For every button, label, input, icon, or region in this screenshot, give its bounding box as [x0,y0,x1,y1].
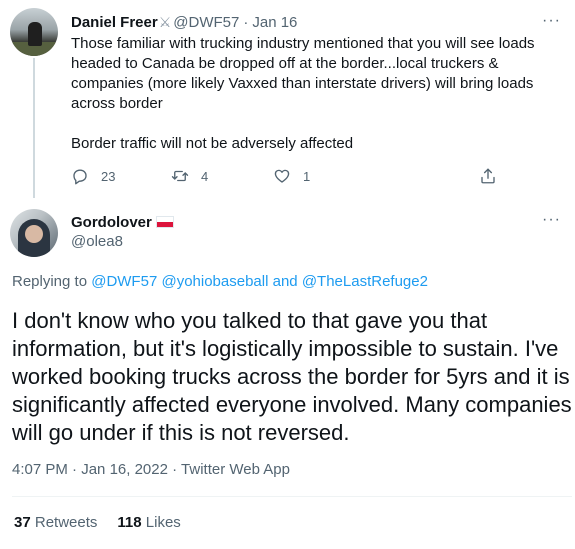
share-button[interactable] [479,167,497,185]
mention-dwf57-link[interactable]: @DWF57 [91,273,157,290]
reply-text-body: I don't know who you talked to that gave… [12,308,572,445]
reply-handle[interactable]: @olea8 [71,233,123,250]
retweets-label: Retweets [34,514,98,531]
reply-source-app[interactable]: Twitter Web App [181,461,290,478]
retweets-count: 37 [14,514,31,531]
reply-more-options-button[interactable]: ··· [542,212,561,228]
parent-text-paragraph-2: Border traffic will not be adversely aff… [71,135,354,152]
reply-tweet-text: I don't know who you talked to that gave… [12,307,572,447]
reply-date[interactable]: Jan 16, 2022 [81,461,168,478]
reply-avatar[interactable] [10,209,58,257]
header-separator: · [243,13,249,31]
mention-thelastrefuge2-link[interactable]: @TheLastRefuge2 [302,273,428,290]
retweets-stat-link[interactable]: 37 Retweets [14,514,97,531]
heart-icon [274,169,290,183]
engagement-stats: 37 Retweets 118 Likes [14,514,181,531]
reply-count: 23 [101,168,116,184]
reply-time[interactable]: 4:07 PM [12,461,68,478]
parent-more-options-button[interactable]: ··· [542,13,561,29]
parent-text-paragraph-1: Those familiar with trucking industry me… [71,35,535,112]
reply-name-row: Gordolover [71,212,174,232]
replying-and-text: and [268,273,302,290]
share-icon [481,168,495,184]
replying-to-line: Replying to @DWF57 @yohiobaseball and @T… [12,273,428,290]
likes-label: Likes [145,514,181,531]
meta-separator-1: · [67,461,82,478]
retweet-icon [171,170,189,182]
meta-separator-2: · [167,461,182,478]
parent-avatar[interactable] [10,8,58,56]
parent-tweet[interactable]: Daniel Freer ⚔ @DWF57 · Jan 16 ··· Those… [0,0,575,198]
replying-to-prefix: Replying to [12,273,92,290]
mention-yohiobaseball-link[interactable]: @yohiobaseball [161,273,268,290]
divider [12,496,572,497]
parent-display-name[interactable]: Daniel Freer [71,14,158,31]
crossed-swords-icon: ⚔ [158,13,172,30]
reply-button[interactable]: 23 [71,167,115,185]
reply-icon [73,169,87,185]
likes-count: 118 [117,514,142,531]
avatar-face [25,225,43,243]
parent-handle[interactable]: @DWF57 [173,14,239,31]
reply-display-name[interactable]: Gordolover [71,214,152,231]
reply-timestamp-line: 4:07 PM · Jan 16, 2022 · Twitter Web App [12,461,290,478]
likes-stat-link[interactable]: 118 Likes [117,514,180,531]
retweet-button[interactable]: 4 [171,167,208,185]
parent-date[interactable]: Jan 16 [252,14,297,31]
poland-flag-icon [155,216,174,228]
retweet-count: 4 [201,168,209,184]
like-button[interactable]: 1 [273,167,310,185]
parent-action-bar: 23 4 1 [71,165,501,187]
like-count: 1 [303,168,311,184]
avatar-figure [28,22,42,46]
parent-header: Daniel Freer ⚔ @DWF57 · Jan 16 [71,12,297,32]
thread-connector-line [33,58,35,198]
parent-tweet-text: Those familiar with trucking industry me… [71,34,561,154]
